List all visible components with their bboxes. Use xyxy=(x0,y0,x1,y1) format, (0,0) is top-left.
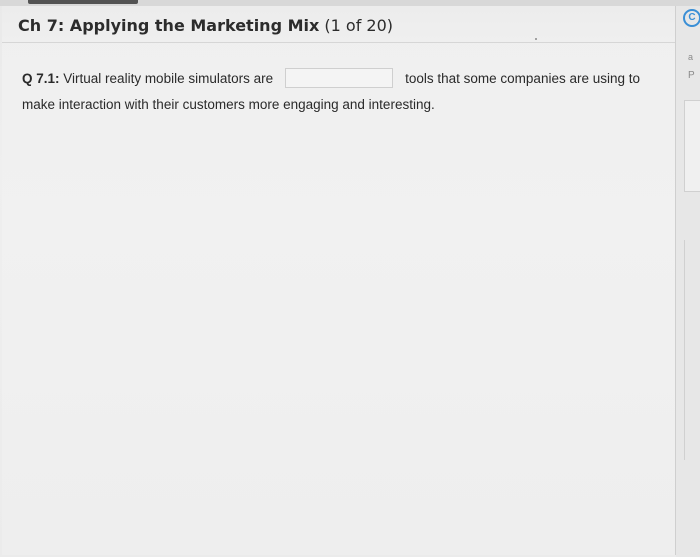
page-title: Ch 7: Applying the Marketing Mix (1 of 2… xyxy=(18,16,393,35)
screen: Ch 7: Applying the Marketing Mix (1 of 2… xyxy=(0,0,700,557)
side-glyph-p: P xyxy=(688,70,695,81)
side-card-edge-lower xyxy=(684,240,700,460)
question-progress: (1 of 20) xyxy=(324,16,394,35)
chapter-title: Ch 7: Applying the Marketing Mix xyxy=(18,16,320,35)
quiz-header: Ch 7: Applying the Marketing Mix (1 of 2… xyxy=(2,6,675,43)
question-block: Q 7.1: Virtual reality mobile simulators… xyxy=(22,66,662,118)
top-tab-sliver xyxy=(28,0,138,4)
question-text-after: tools that some companies are using to xyxy=(405,71,641,86)
side-card-edge xyxy=(684,100,700,192)
side-glyph-top: a xyxy=(688,52,694,62)
answer-blank-input[interactable] xyxy=(285,67,394,88)
refresh-circle-icon[interactable]: C xyxy=(683,9,700,27)
question-number: Q 7.1: xyxy=(22,71,60,86)
question-text-before: Virtual reality mobile simulators are xyxy=(63,71,274,86)
quiz-panel: Ch 7: Applying the Marketing Mix (1 of 2… xyxy=(2,6,676,555)
stray-dot xyxy=(535,38,537,40)
question-line-1: Q 7.1: Virtual reality mobile simulators… xyxy=(22,66,662,92)
question-line-2: make interaction with their customers mo… xyxy=(22,97,435,112)
